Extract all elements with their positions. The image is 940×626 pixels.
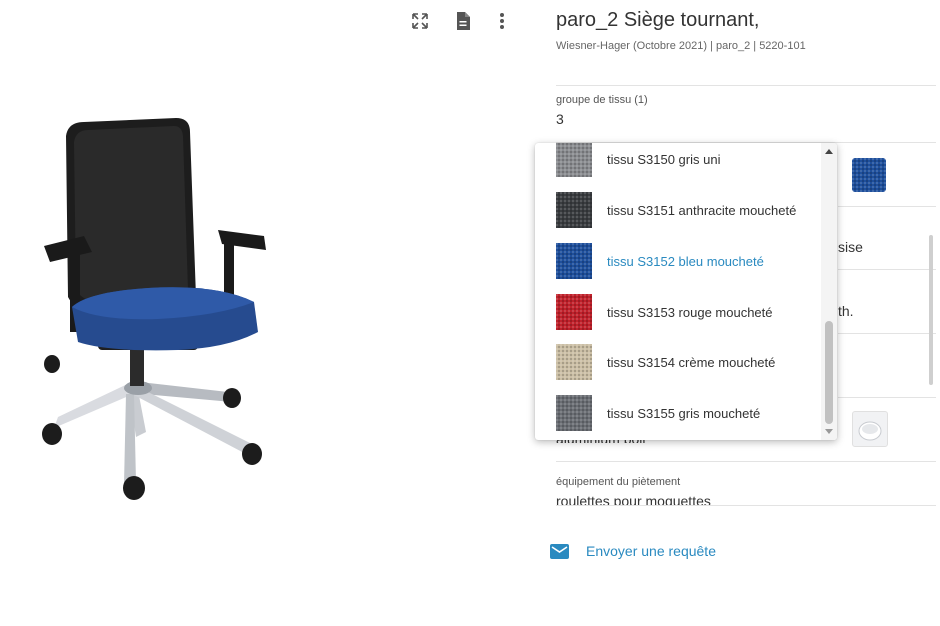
chair-product-image xyxy=(42,118,266,500)
divider xyxy=(838,206,936,207)
base-equipment-label: équipement du piètement xyxy=(556,476,681,488)
fabric-option-label: tissu S3153 rouge moucheté xyxy=(607,305,773,320)
divider xyxy=(838,269,936,270)
more-vert-icon[interactable] xyxy=(492,11,512,31)
scrollbar-thumb[interactable] xyxy=(825,321,833,424)
fabric-swatch-icon xyxy=(556,395,592,431)
product-title: paro_2 Siège tournant, xyxy=(556,9,760,31)
send-request-button[interactable]: Envoyer une requête xyxy=(550,540,716,562)
fabric-swatch-icon xyxy=(556,192,592,228)
fabric-swatch-icon xyxy=(556,294,592,330)
fabric-option[interactable]: tissu S3151 anthracite moucheté xyxy=(535,186,821,237)
scroll-down-icon[interactable] xyxy=(825,429,833,434)
finish-swatch[interactable] xyxy=(852,411,888,447)
page-scrollbar[interactable] xyxy=(929,235,933,385)
document-icon[interactable] xyxy=(453,11,473,31)
partial-field-text: sise xyxy=(838,239,863,255)
fabric-option[interactable]: tissu S3150 gris uni xyxy=(535,143,821,186)
fabric-option-label: tissu S3154 crème moucheté xyxy=(607,355,776,370)
partial-field-text: th. xyxy=(838,303,854,319)
divider xyxy=(838,397,936,398)
fabric-option-label: tissu S3155 gris moucheté xyxy=(607,406,761,421)
fabric-option-label: tissu S3152 bleu moucheté xyxy=(607,254,764,269)
divider xyxy=(556,505,936,506)
fabric-option[interactable]: tissu S3153 rouge moucheté xyxy=(535,288,821,339)
fabric-option-selected[interactable]: tissu S3152 bleu moucheté xyxy=(535,237,821,288)
fabric-group-value[interactable]: 3 xyxy=(556,111,564,127)
expand-icon[interactable] xyxy=(410,11,430,31)
fabric-swatch-icon xyxy=(556,344,592,380)
product-subtitle: Wiesner-Hager (Octobre 2021) | paro_2 | … xyxy=(556,40,806,52)
fabric-option[interactable]: tissu S3155 gris moucheté xyxy=(535,389,821,440)
fabric-swatch-icon xyxy=(556,243,592,279)
fabric-option[interactable]: tissu S3154 crème moucheté xyxy=(535,338,821,389)
fabric-dropdown[interactable]: tissu S3150 gris uni tissu S3151 anthrac… xyxy=(535,143,837,440)
divider xyxy=(556,461,936,462)
mail-icon xyxy=(550,543,569,559)
fabric-option-label: tissu S3151 anthracite moucheté xyxy=(607,203,797,218)
dropdown-scrollbar[interactable] xyxy=(821,143,837,440)
base-equipment-value[interactable]: roulettes pour moquettes xyxy=(556,493,711,505)
divider xyxy=(556,85,936,86)
selected-fabric-swatch[interactable] xyxy=(852,158,886,192)
fabric-option-label: tissu S3150 gris uni xyxy=(607,152,721,167)
send-request-label: Envoyer une requête xyxy=(586,543,716,559)
fabric-group-label: groupe de tissu (1) xyxy=(556,94,648,106)
fabric-swatch-icon xyxy=(556,143,592,177)
scroll-up-icon[interactable] xyxy=(825,149,833,154)
divider xyxy=(838,333,936,334)
